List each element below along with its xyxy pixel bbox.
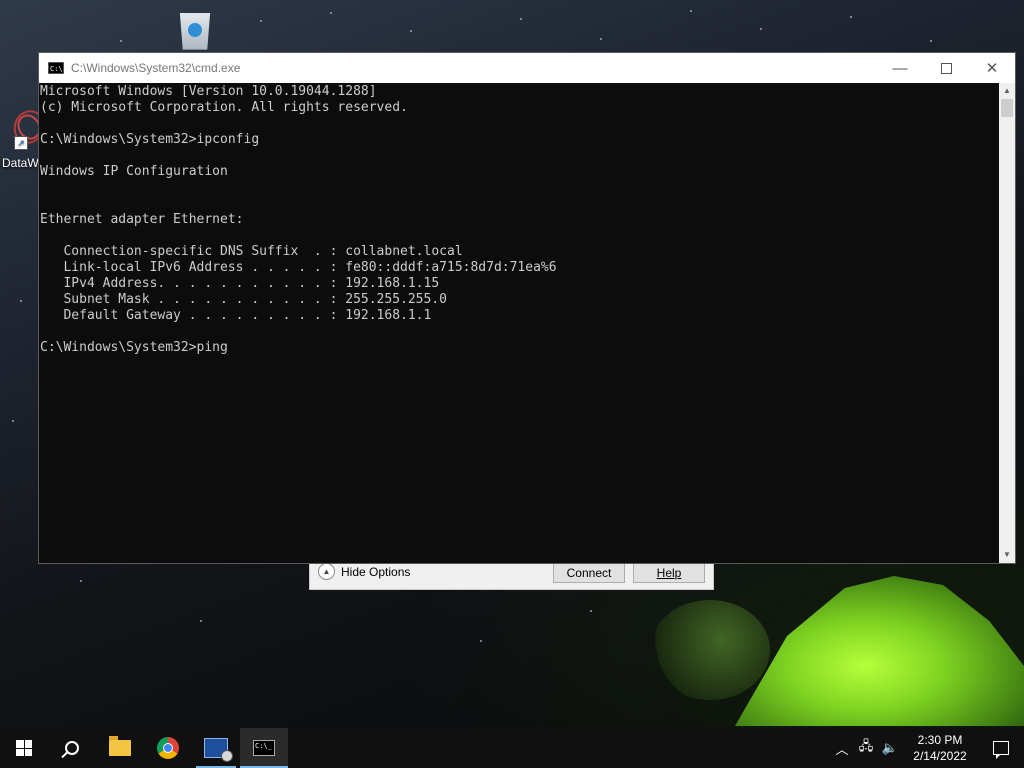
close-button[interactable]: ✕ bbox=[969, 53, 1015, 83]
chrome-icon bbox=[157, 737, 179, 759]
bush bbox=[650, 600, 770, 700]
console-line: Ethernet adapter Ethernet: bbox=[40, 212, 244, 227]
scroll-up-icon[interactable]: ▲ bbox=[999, 83, 1015, 99]
connect-button[interactable]: Connect bbox=[553, 563, 625, 583]
datawin-label[interactable]: DataW bbox=[2, 156, 39, 170]
windows-logo-icon bbox=[16, 740, 32, 756]
cmd-app-icon: C:\ bbox=[48, 62, 64, 74]
console-line: C:\Windows\System32>ipconfig bbox=[40, 132, 260, 147]
folder-icon bbox=[109, 736, 131, 756]
volume-icon[interactable]: 🔈 bbox=[878, 740, 902, 756]
action-center-button[interactable] bbox=[978, 741, 1024, 759]
search-button[interactable] bbox=[48, 728, 96, 768]
notification-icon bbox=[993, 741, 1009, 759]
clock-time: 2:30 PM bbox=[917, 733, 963, 747]
hide-options-label: Hide Options bbox=[341, 564, 411, 579]
scrollbar-thumb[interactable] bbox=[1001, 99, 1013, 117]
recycle-symbol bbox=[188, 23, 202, 37]
console-line: Default Gateway . . . . . . . . . : 192.… bbox=[40, 308, 432, 323]
console-line: IPv4 Address. . . . . . . . . . . : 192.… bbox=[40, 276, 440, 291]
cmd-title: C:\Windows\System32\cmd.exe bbox=[71, 61, 241, 75]
network-icon[interactable]: 🖧 bbox=[854, 737, 878, 759]
chrome-button[interactable] bbox=[144, 728, 192, 768]
hide-options-toggle[interactable]: ▲ Hide Options bbox=[318, 563, 410, 580]
tent-wallpaper bbox=[735, 576, 1024, 726]
bin-graphic bbox=[179, 13, 211, 50]
console-output[interactable]: Microsoft Windows [Version 10.0.19044.12… bbox=[39, 83, 999, 563]
search-icon bbox=[65, 741, 79, 755]
minimize-button[interactable]: — bbox=[877, 53, 923, 83]
datawin-shortcut-icon[interactable]: ↗ bbox=[0, 110, 42, 150]
chevron-up-icon: ▲ bbox=[318, 563, 335, 580]
system-tray: ︿ 🖧 🔈 2:30 PM 2/14/2022 bbox=[830, 728, 1024, 768]
maximize-icon bbox=[940, 62, 952, 74]
start-button[interactable] bbox=[0, 728, 48, 768]
console-line: Windows IP Configuration bbox=[40, 164, 228, 179]
console-prompt-line[interactable]: C:\Windows\System32>ping bbox=[40, 340, 999, 356]
scroll-down-icon[interactable]: ▼ bbox=[999, 547, 1015, 563]
chevron-up-icon[interactable]: ︿ bbox=[830, 739, 854, 758]
file-explorer-button[interactable] bbox=[96, 728, 144, 768]
clock-date: 2/14/2022 bbox=[913, 749, 967, 763]
cmd-icon: C:\_ bbox=[253, 740, 275, 756]
close-icon: ✕ bbox=[985, 60, 999, 77]
console-line: Subnet Mask . . . . . . . . . . . : 255.… bbox=[40, 292, 447, 307]
cmd-taskbar-button[interactable]: C:\_ bbox=[240, 728, 288, 768]
console-line: (c) Microsoft Corporation. All rights re… bbox=[40, 100, 408, 115]
help-button[interactable]: Help bbox=[633, 563, 705, 583]
maximize-button[interactable] bbox=[923, 53, 969, 83]
remote-desktop-icon bbox=[204, 738, 233, 762]
cmd-window[interactable]: C:\ C:\Windows\System32\cmd.exe — ✕ Micr… bbox=[38, 52, 1016, 564]
vertical-scrollbar[interactable]: ▲ ▼ bbox=[999, 83, 1015, 563]
minimize-icon: — bbox=[892, 59, 908, 77]
console-line: Microsoft Windows [Version 10.0.19044.12… bbox=[40, 84, 377, 99]
clock[interactable]: 2:30 PM 2/14/2022 bbox=[902, 732, 978, 764]
recycle-bin-icon[interactable] bbox=[170, 8, 220, 54]
console-line: Connection-specific DNS Suffix . : colla… bbox=[40, 244, 463, 259]
console-line: Link-local IPv6 Address . . . . . : fe80… bbox=[40, 260, 557, 275]
taskbar: C:\_ ︿ 🖧 🔈 2:30 PM 2/14/2022 bbox=[0, 728, 1024, 768]
remote-desktop-button[interactable] bbox=[192, 728, 240, 768]
shortcut-arrow-icon: ↗ bbox=[14, 136, 28, 150]
cmd-titlebar[interactable]: C:\ C:\Windows\System32\cmd.exe — ✕ bbox=[39, 53, 1015, 83]
